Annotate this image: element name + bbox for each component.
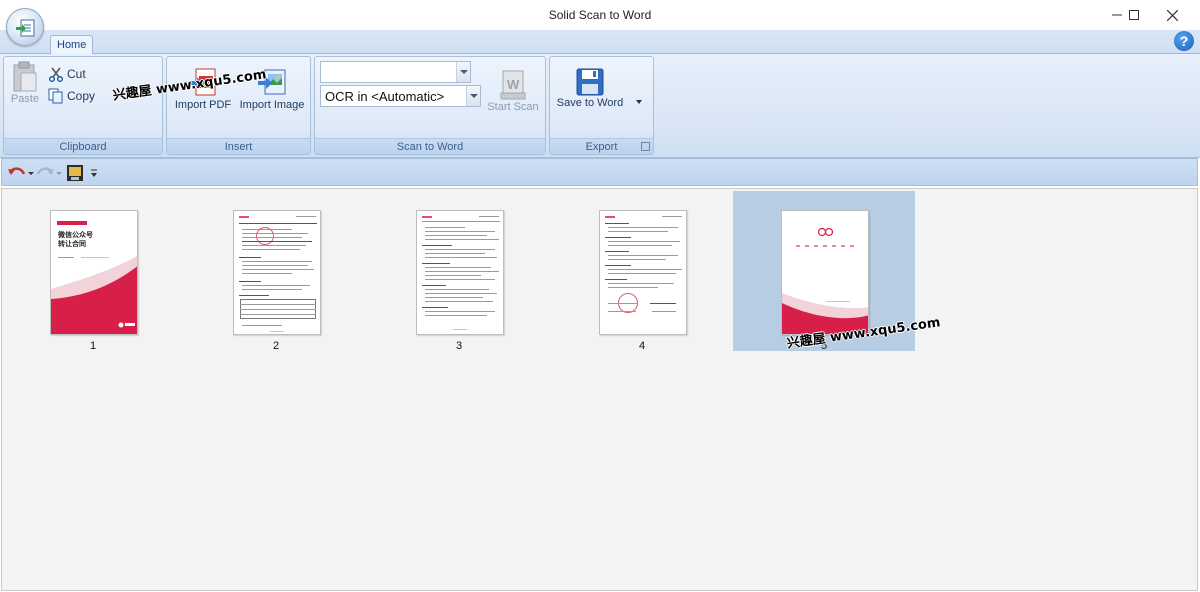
red-wave-decoration <box>51 256 137 334</box>
chevron-down-icon <box>636 100 642 104</box>
save-to-word-button[interactable]: Save to Word <box>554 67 626 109</box>
insert-group-label: Insert <box>167 138 310 154</box>
import-pdf-label: Import PDF <box>174 99 232 111</box>
page-number: 4 <box>638 340 646 352</box>
ocr-language-value: OCR in <Automatic> <box>325 89 445 104</box>
scanner-select[interactable] <box>320 61 471 83</box>
copy-button[interactable]: Copy <box>48 88 95 104</box>
chevron-down-icon[interactable] <box>466 86 480 106</box>
scissors-icon <box>48 67 64 82</box>
paste-label: Paste <box>10 93 40 105</box>
customize-arrow-icon <box>91 169 97 177</box>
page-thumbnail-view[interactable]: 微信公众号 转让合同 1 2 3 4 5 <box>1 188 1198 591</box>
scan-to-word-group-label: Scan to Word <box>315 138 545 154</box>
page-number: 2 <box>272 340 280 352</box>
chevron-down-icon[interactable] <box>28 171 34 175</box>
cut-label: Cut <box>67 67 86 81</box>
dialog-launcher-icon[interactable] <box>641 142 650 151</box>
svg-text:W: W <box>507 77 520 92</box>
chevron-down-icon[interactable] <box>456 62 470 82</box>
floppy-disk-icon <box>576 68 604 96</box>
undo-button[interactable] <box>8 163 34 183</box>
scan-to-word-group: OCR in <Automatic> W Start Scan Scan to … <box>314 56 546 155</box>
window-title: Solid Scan to Word <box>548 8 652 22</box>
start-scan-label: Start Scan <box>487 101 539 113</box>
close-icon[interactable] <box>1152 0 1192 30</box>
title-bar: Solid Scan to Word <box>0 0 1200 30</box>
quick-access-toolbar <box>1 158 1198 186</box>
paste-button[interactable]: Paste <box>8 61 42 105</box>
red-wave-decoration <box>782 293 868 334</box>
chevron-down-icon[interactable] <box>56 171 62 175</box>
word-document-icon: W <box>500 70 526 100</box>
page-preview <box>781 210 869 335</box>
copy-label: Copy <box>67 89 96 103</box>
redo-icon <box>36 167 54 175</box>
page-number: 1 <box>89 340 97 352</box>
start-scan-button[interactable]: W Start Scan <box>487 69 539 113</box>
page-thumbnail[interactable]: 微信公众号 转让合同 1 <box>2 191 184 352</box>
tab-home[interactable]: Home <box>50 35 94 55</box>
ocr-language-select[interactable]: OCR in <Automatic> <box>320 85 481 107</box>
export-group-label-text: Export <box>585 141 618 153</box>
save-options-dropdown[interactable] <box>634 95 642 107</box>
import-image-label: Import Image <box>239 99 305 111</box>
page-thumbnail[interactable]: 4 <box>551 191 733 352</box>
export-group-label: Export <box>550 138 653 154</box>
page-number: 3 <box>455 340 463 352</box>
save-to-word-label: Save to Word <box>556 97 624 109</box>
page-preview: 微信公众号 转让合同 <box>50 210 138 335</box>
ribbon: Paste Cut Copy Clipboard Import PDF Impo… <box>0 54 1200 158</box>
export-group: Save to Word Export <box>549 56 654 155</box>
ribbon-tab-strip: Home ? <box>0 30 1200 55</box>
page-thumbnail[interactable]: 3 <box>368 191 550 352</box>
clipboard-group: Paste Cut Copy Clipboard <box>3 56 163 155</box>
page-preview <box>416 210 504 335</box>
page-preview <box>233 210 321 335</box>
save-image-icon <box>67 165 83 181</box>
page-preview <box>599 210 687 335</box>
paste-icon <box>13 61 37 92</box>
cut-button[interactable]: Cut <box>48 66 86 82</box>
clipboard-group-label: Clipboard <box>4 138 162 154</box>
redo-button[interactable] <box>36 163 62 183</box>
maximize-icon[interactable] <box>1114 0 1154 30</box>
application-menu-button[interactable] <box>6 8 44 46</box>
undo-icon <box>8 167 26 175</box>
page-thumbnail[interactable]: 2 <box>185 191 367 352</box>
help-icon[interactable]: ? <box>1174 31 1194 51</box>
copy-icon <box>48 88 63 104</box>
customize-toolbar-button[interactable] <box>90 163 98 183</box>
save-image-button[interactable] <box>66 163 84 183</box>
